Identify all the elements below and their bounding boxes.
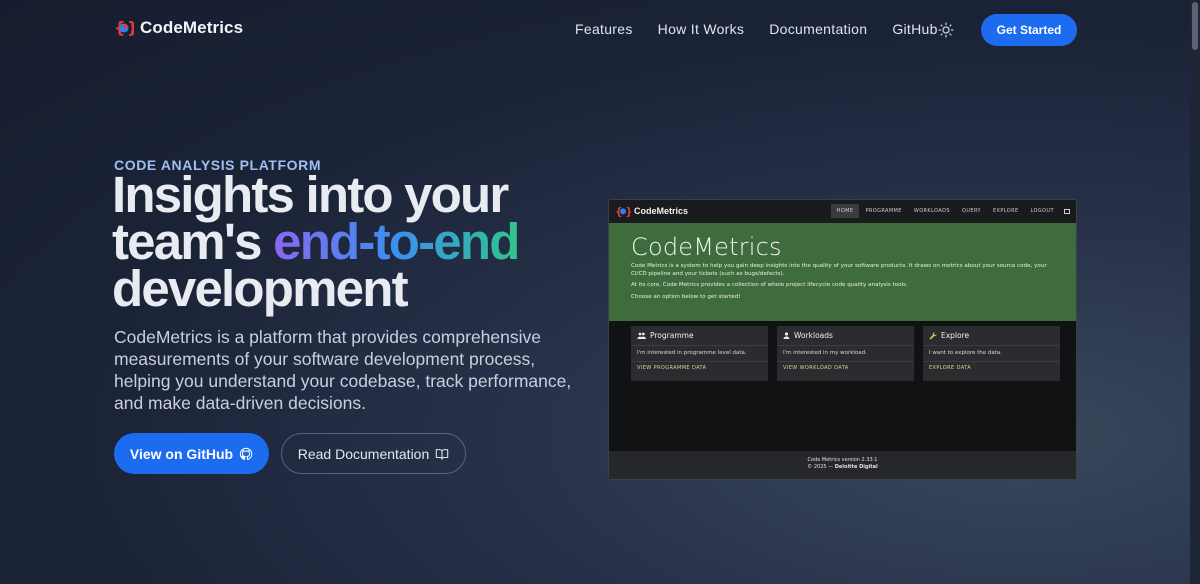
- preview-logo-icon: { }: [615, 206, 631, 217]
- preview-card-body: I'm interested in programme level data.: [631, 345, 768, 361]
- nav-link-how-it-works[interactable]: How It Works: [658, 21, 745, 37]
- group-icon: [637, 332, 646, 339]
- preview-footer-company: Deloitte Digital: [834, 464, 878, 470]
- preview-card-link: VIEW PROGRAMME DATA: [631, 361, 768, 374]
- preview-footer-version: Code Metrics version 2.33.1: [807, 457, 878, 463]
- preview-card-link: EXPLORE DATA: [923, 361, 1060, 374]
- preview-footer-copy: © 2025 —: [807, 464, 834, 470]
- preview-footer: Code Metrics version 2.33.1 © 2025 — Del…: [609, 451, 1076, 479]
- preview-hero: CodeMetrics Code Metrics is a system to …: [609, 223, 1076, 321]
- preview-footer-copyright: © 2025 — Deloitte Digital: [609, 464, 1076, 471]
- preview-card-title: Explore: [941, 331, 970, 340]
- preview-card-programme: Programme I'm interested in programme le…: [631, 326, 768, 381]
- preview-menu-explore: EXPLORE: [992, 208, 1019, 214]
- app-preview-screenshot: { } CodeMetrics HOME PROGRAMME WORKLOADS…: [608, 199, 1077, 480]
- top-navigation: { } CodeMetrics Features How It Works Do…: [0, 0, 1190, 60]
- view-on-github-button[interactable]: View on GitHub: [114, 433, 269, 474]
- scrollbar-thumb[interactable]: [1192, 2, 1198, 50]
- svg-text:}: }: [127, 18, 134, 37]
- preview-menu: HOME PROGRAMME WORKLOADS QUERY EXPLORE L…: [830, 204, 1070, 218]
- preview-card-header: Programme: [631, 326, 768, 345]
- sun-icon[interactable]: [938, 22, 954, 38]
- brand-logo[interactable]: { } CodeMetrics: [114, 18, 243, 38]
- read-documentation-label: Read Documentation: [297, 445, 430, 462]
- preview-intro: Code Metrics is a system to help you gai…: [631, 263, 1051, 301]
- preview-cards: Programme I'm interested in programme le…: [631, 326, 1060, 381]
- preview-card-workloads: Workloads I'm interested in my workload.…: [777, 326, 914, 381]
- nav-links: Features How It Works Documentation GitH…: [575, 21, 938, 37]
- preview-card-header: Explore: [923, 326, 1060, 345]
- preview-navbar: { } CodeMetrics HOME PROGRAMME WORKLOADS…: [609, 200, 1076, 223]
- preview-intro-3: Choose an option below to get started!: [631, 293, 741, 300]
- preview-menu-home: HOME: [830, 204, 860, 218]
- nav-link-github[interactable]: GitHub: [892, 21, 937, 37]
- preview-menu-logout: LOGOUT: [1030, 208, 1054, 214]
- preview-card-title: Programme: [650, 331, 694, 340]
- nav-link-features[interactable]: Features: [575, 21, 633, 37]
- user-icon: [783, 332, 790, 339]
- preview-menu-query: QUERY: [961, 208, 981, 214]
- book-open-icon: [436, 448, 449, 460]
- brand-name: CodeMetrics: [140, 18, 244, 37]
- read-documentation-button[interactable]: Read Documentation: [281, 433, 466, 474]
- preview-menu-programme: PROGRAMME: [865, 208, 902, 214]
- preview-card-body: I want to explore the data.: [923, 345, 1060, 361]
- preview-menu-workloads: WORKLOADS: [913, 208, 950, 214]
- codemetrics-logo-icon: { }: [114, 18, 134, 37]
- preview-brand-name: CodeMetrics: [634, 206, 689, 216]
- preview-intro-1: Code Metrics is a system to help you gai…: [631, 263, 1047, 277]
- preview-card-header: Workloads: [777, 326, 914, 345]
- preview-monitor-icon: [1064, 208, 1070, 214]
- get-started-button[interactable]: Get Started: [981, 14, 1077, 46]
- hero-description: CodeMetrics is a platform that provides …: [114, 327, 572, 413]
- preview-brand: { } CodeMetrics: [615, 205, 688, 217]
- headline-part-2: development: [112, 260, 409, 317]
- view-on-github-label: View on GitHub: [129, 445, 234, 462]
- svg-text:}: }: [625, 206, 631, 217]
- nav-link-documentation[interactable]: Documentation: [769, 21, 867, 37]
- preview-card-link: VIEW WORKLOAD DATA: [777, 361, 914, 374]
- preview-intro-2: At its core, Code Metrics provides a col…: [631, 282, 908, 288]
- preview-card-title: Workloads: [794, 331, 833, 340]
- preview-card-body: I'm interested in my workload.: [777, 345, 914, 361]
- preview-card-explore: Explore I want to explore the data. EXPL…: [923, 326, 1060, 381]
- page-scrollbar[interactable]: [1190, 0, 1200, 584]
- hero-headline: Insights into your team's end-to-end dev…: [112, 169, 592, 314]
- wrench-icon: [929, 331, 937, 339]
- github-icon: [239, 447, 253, 460]
- preview-title: CodeMetrics: [631, 233, 782, 261]
